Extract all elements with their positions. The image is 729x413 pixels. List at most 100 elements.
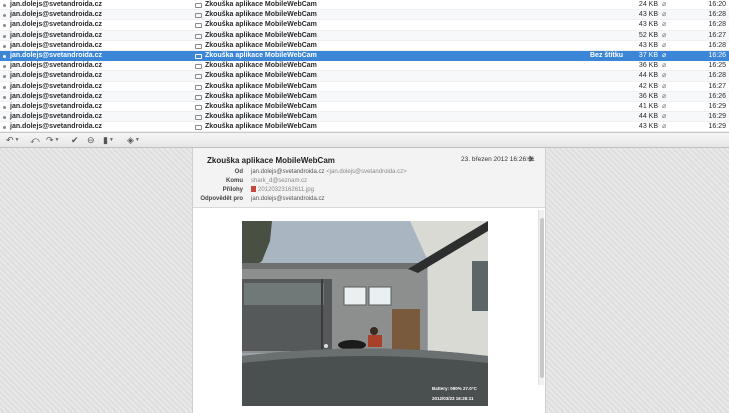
sender: jan.dolejs@svetandroida.cz	[10, 41, 103, 49]
message-row[interactable]: jan.dolejs@svetandroida.cz Zkouška aplika…	[0, 41, 729, 51]
subject: Zkouška aplikace MobileWebCam	[205, 82, 317, 90]
message-row[interactable]: jan.dolejs@svetandroida.cz Zkouška aplika…	[0, 122, 729, 132]
to-label: Komu	[226, 178, 243, 184]
message-row[interactable]: jan.dolejs@svetandroida.cz Zkouška aplika…	[0, 20, 729, 31]
attachments-label: Přílohy	[222, 187, 243, 193]
subject: Zkouška aplikace MobileWebCam	[205, 92, 317, 100]
pin-icon[interactable]: ✈	[527, 154, 535, 165]
attachment-link[interactable]: 20120323162611.jpg	[251, 186, 314, 195]
subject: Zkouška aplikace MobileWebCam	[205, 31, 317, 39]
sender: jan.dolejs@svetandroida.cz	[10, 72, 103, 80]
size: 44 KB	[638, 113, 658, 121]
subject: Zkouška aplikace MobileWebCam	[205, 102, 317, 110]
size: 43 KB	[638, 123, 658, 131]
sender: jan.dolejs@svetandroida.cz	[10, 31, 103, 39]
message-row[interactable]: jan.dolejs@svetandroida.cz Zkouška aplika…	[0, 112, 729, 123]
size: 52 KB	[638, 31, 658, 39]
time: 16:25	[708, 62, 726, 70]
message-scrollbar[interactable]	[538, 210, 544, 385]
sender: jan.dolejs@svetandroida.cz	[10, 123, 103, 131]
size: 44 KB	[638, 72, 658, 80]
envelope-icon	[195, 104, 202, 110]
envelope-icon	[195, 115, 202, 121]
message-toolbar: ↶▼ ⤺ ↷▼ ✔ ⊖ ▮▼ ◈▼	[0, 132, 729, 148]
size: 43 KB	[638, 41, 658, 49]
message-row[interactable]: jan.dolejs@svetandroida.cz Zkouška aplika…	[0, 10, 729, 21]
message-row[interactable]: jan.dolejs@svetandroida.cz Zkouška aplika…	[0, 91, 729, 102]
message-row[interactable]: jan.dolejs@svetandroida.cz Zkouška aplika…	[0, 30, 729, 41]
message-row[interactable]: jan.dolejs@svetandroida.cz Zkouška aplika…	[0, 71, 729, 82]
unread-dot-icon[interactable]	[3, 75, 6, 79]
envelope-icon	[195, 3, 202, 8]
envelope-icon	[195, 64, 202, 70]
attached-photo[interactable]: Battery: 090% 27.0°C 2012/03/23 16:26:11	[242, 221, 488, 406]
forward-icon[interactable]: ↷▼	[46, 135, 60, 146]
attachment-icon: ⌀	[662, 113, 667, 121]
message-row[interactable]: jan.dolejs@svetandroida.cz Zkouška aplika…	[0, 0, 729, 11]
message-header: Zkouška aplikace MobileWebCam 23. březen…	[193, 148, 545, 208]
unread-dot-icon[interactable]	[3, 24, 6, 28]
message-row[interactable]: jan.dolejs@svetandroida.cz Zkouška aplika…	[0, 50, 729, 62]
subject: Zkouška aplikace MobileWebCam	[205, 51, 317, 59]
label-badge[interactable]: Bez štítku	[590, 51, 623, 61]
unread-dot-icon[interactable]	[3, 105, 6, 109]
time: 16:27	[708, 82, 726, 90]
unread-dot-icon[interactable]	[3, 44, 6, 48]
unread-dot-icon[interactable]	[3, 14, 6, 18]
header-attachments: Přílohy 20120323162611.jpg	[193, 186, 545, 195]
from-label: Od	[234, 169, 243, 175]
header-to: Komu shark_d@seznam.cz	[193, 177, 545, 186]
scrollbar-thumb[interactable]	[540, 218, 544, 378]
check-icon[interactable]: ✔	[71, 135, 79, 146]
attachment-icon: ⌀	[662, 102, 667, 110]
attachment-icon: ⌀	[662, 72, 667, 80]
reply-to-value[interactable]: jan.dolejs@svetandroida.cz	[251, 195, 324, 204]
time: 16:28	[708, 11, 726, 19]
unread-dot-icon[interactable]	[3, 95, 6, 99]
time: 16:28	[708, 21, 726, 29]
sender: jan.dolejs@svetandroida.cz	[10, 82, 103, 90]
message-list: jan.dolejs@svetandroida.cz Zkouška aplika…	[0, 0, 729, 132]
message-row[interactable]: jan.dolejs@svetandroida.cz Zkouška aplika…	[0, 61, 729, 72]
subject: Zkouška aplikace MobileWebCam	[205, 72, 317, 80]
spam-icon[interactable]: ⊖	[87, 135, 95, 146]
to-value[interactable]: shark_d@seznam.cz	[251, 177, 307, 186]
reply-all-icon[interactable]: ⤺	[30, 135, 40, 146]
sender: jan.dolejs@svetandroida.cz	[10, 113, 103, 121]
tag-icon[interactable]: ◈▼	[127, 135, 140, 146]
unread-dot-icon[interactable]	[3, 85, 6, 89]
sender: jan.dolejs@svetandroida.cz	[10, 21, 103, 29]
unread-dot-icon[interactable]	[3, 65, 6, 69]
envelope-icon	[195, 125, 202, 131]
message-row[interactable]: jan.dolejs@svetandroida.cz Zkouška aplika…	[0, 82, 729, 92]
size: 36 KB	[638, 92, 658, 100]
time: 16:26	[708, 92, 726, 100]
time: 16:20	[708, 1, 726, 8]
size: 43 KB	[638, 21, 658, 29]
image-file-icon	[251, 186, 256, 192]
attachment-icon: ⌀	[662, 21, 667, 29]
envelope-icon	[195, 33, 202, 39]
envelope-icon	[195, 43, 202, 49]
trash-icon[interactable]: ▮▼	[103, 135, 114, 146]
date-stamp: 2012/03/23 16:26:11	[432, 396, 474, 401]
attachment-icon: ⌀	[662, 123, 667, 131]
subject: Zkouška aplikace MobileWebCam	[205, 1, 317, 8]
message-pane: Zkouška aplikace MobileWebCam 23. březen…	[192, 148, 546, 413]
size: 43 KB	[638, 11, 658, 19]
time: 16:29	[708, 123, 726, 131]
unread-dot-icon[interactable]	[3, 116, 6, 120]
unread-dot-icon[interactable]	[3, 126, 6, 130]
attachment-icon: ⌀	[662, 1, 667, 8]
unread-dot-icon[interactable]	[3, 34, 6, 38]
message-row[interactable]: jan.dolejs@svetandroida.cz Zkouška aplika…	[0, 102, 729, 113]
unread-dot-icon[interactable]	[3, 54, 6, 58]
size: 41 KB	[638, 102, 658, 110]
reply-icon[interactable]: ↶▼	[6, 135, 20, 146]
attachment-icon: ⌀	[662, 11, 667, 19]
envelope-icon	[195, 53, 202, 59]
subject: Zkouška aplikace MobileWebCam	[205, 62, 317, 70]
from-value[interactable]: jan.dolejs@svetandroida.cz <jan.dolejs@s…	[251, 168, 407, 177]
unread-dot-icon[interactable]	[3, 4, 6, 7]
attachment-icon: ⌀	[662, 92, 667, 100]
